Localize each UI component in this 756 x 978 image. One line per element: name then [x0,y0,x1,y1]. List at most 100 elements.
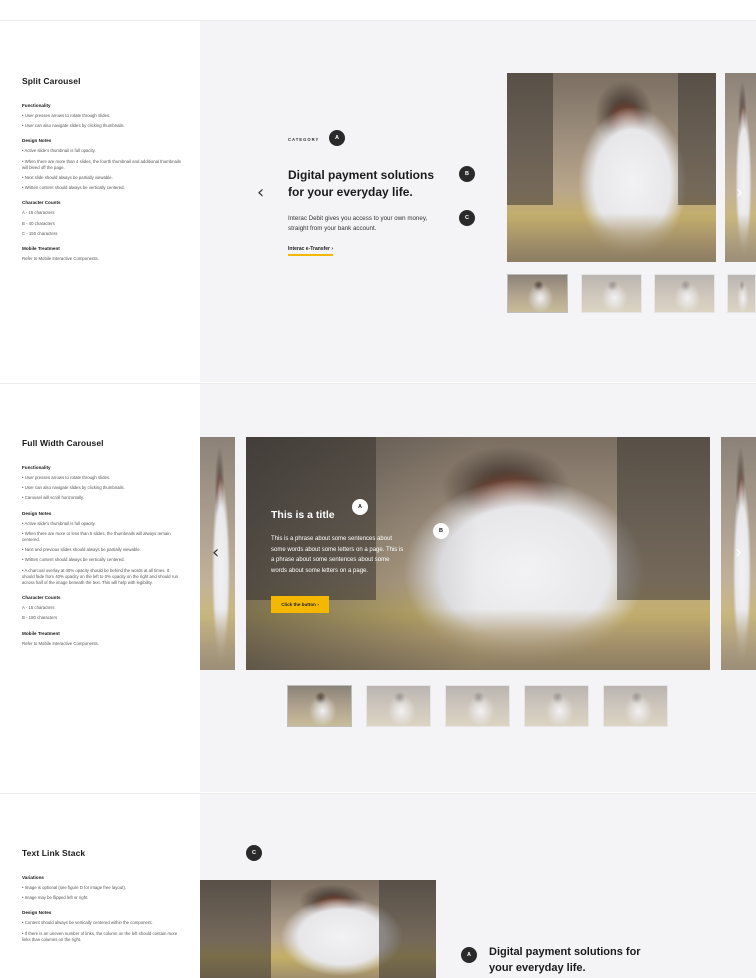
image-street [725,212,756,262]
prev-arrow-icon[interactable]: ‹ [212,544,219,562]
mobile-treatment-group: Mobile Treatment Refer to Mobile Interac… [22,631,182,647]
note-item: • User can also navigate slides by click… [22,485,125,491]
image-building [379,880,436,978]
mobile-treatment-group: Mobile Treatment Refer to Mobile Interac… [22,246,182,262]
image-street [507,212,716,262]
image-street [200,609,235,670]
count-item: B - 40 characters [22,220,55,226]
count-item: C - 150 characters [22,230,58,236]
body-line: a phrase about some sentences about some [271,557,390,563]
variations-group: Variations • Image is optional (see figu… [22,875,182,901]
headline-line: for your everyday life. [288,185,413,199]
stack-headline: Digital payment solutions for your every… [489,944,641,976]
headline-line: Digital payment solutions for [489,946,641,958]
image-building [617,437,710,601]
full-width-carousel-notes: Full Width Carousel Functionality • User… [22,438,182,656]
interac-etransfer-link[interactable]: Interac e-Transfer › [288,246,334,256]
count-item: A - 15 characters [22,605,55,611]
full-width-carousel-title: Full Width Carousel [22,438,104,448]
slide-thumbnail[interactable] [581,274,642,313]
slide-body: This is a phrase about some sentences ab… [271,534,403,576]
design-notes-group: Design Notes • Active slide’s thumbnail … [22,511,182,587]
body-line: words about some letters on a page. [271,567,369,574]
functionality-heading: Functionality [22,465,51,470]
image-building [678,73,716,206]
text-link-stack-stage: C A Digital payment solutions for your e… [200,794,756,978]
slide-thumbnail[interactable] [603,685,668,727]
headline-line: Digital payment solutions [288,168,435,182]
functionality-group: Functionality • User presses arrows to r… [22,465,182,502]
note-item: • Carousel will scroll horizontally. [22,495,85,501]
note-item: • Next and previous slides should always… [22,547,141,553]
functionality-heading: Functionality [22,103,51,108]
annotation-badge-a: A [352,499,368,515]
slide-thumbnail[interactable] [524,685,589,727]
note-item: • When there are more than 4 slides, the… [22,158,181,170]
click-the-button[interactable]: Click the button › [271,596,329,613]
headline-line: your everyday life. [489,962,586,974]
note-item: • Written content should always be verti… [22,557,125,563]
note-item: • Image is optional (see figure D for im… [22,885,126,890]
annotation-badge-c: C [459,210,475,226]
annotation-badge-b: B [459,166,475,182]
design-notes-heading: Design Notes [22,910,52,916]
annotation-badge-b: B [433,523,449,539]
design-notes-group: Design Notes • Active slide’s thumbnail … [22,138,182,191]
split-carousel-title: Split Carousel [22,76,81,86]
slide-thumbnail[interactable] [366,685,431,727]
split-carousel-notes: Split Carousel Functionality • User pres… [22,76,182,271]
character-counts-heading: Character Counts [22,595,61,601]
image-street [721,609,756,670]
variations-heading: Variations [22,875,44,880]
slide-thumbnail[interactable] [507,274,568,313]
next-arrow-icon[interactable]: › [736,184,743,202]
slide-title: This is a title [271,509,335,521]
note-item: • Active slide’s thumbnail is full opaci… [22,148,96,154]
slide-thumbnail[interactable] [287,685,352,727]
note-item: • User can also navigate slides by click… [22,123,125,129]
note-item: • User presses arrows to rotate through … [22,113,111,118]
mobile-treatment-heading: Mobile Treatment [22,630,60,636]
mobile-treatment-text: Refer to Mobile Interactive Components. [22,640,99,646]
category-label: CATEGORY [288,137,320,142]
note-item: • Active slide’s thumbnail is full opaci… [22,520,96,526]
full-width-carousel-stage: ‹ This is a title A B This is a phrase a… [200,384,756,792]
note-item: • When there are more or less than 5 sli… [22,530,171,543]
functionality-group: Functionality • User presses arrows to r… [22,103,182,129]
body-line: some words about some letters on a page.… [271,546,404,553]
note-item: • Next slide should always be partially … [22,175,113,181]
character-counts-heading: Character Counts [22,200,61,206]
text-link-stack-notes: Text Link Stack Variations • Image is op… [22,848,182,952]
slide-headline: Digital payment solutions for your every… [288,167,434,201]
image-building [507,73,553,206]
next-slide-peek[interactable] [725,73,756,262]
mobile-treatment-heading: Mobile Treatment [22,246,60,252]
design-notes-group: Design Notes • Content should always be … [22,910,182,943]
slide-image [507,73,716,262]
note-item: • Content should always be vertically ce… [22,920,153,926]
split-carousel-stage: ‹ CATEGORY A Digital payment solutions f… [200,21,756,382]
body-line: Interac Debit gives you access to your o… [288,215,428,222]
note-item: • Written content should always be verti… [22,185,125,191]
slide-thumbnail[interactable] [727,274,756,313]
design-notes-heading: Design Notes [22,138,52,144]
slide-body: Interac Debit gives you access to your o… [288,214,427,234]
text-link-stack-title: Text Link Stack [22,848,86,858]
prev-arrow-icon[interactable]: ‹ [257,184,264,202]
count-item: B - 180 characters [22,615,58,621]
slide-thumbnail[interactable] [445,685,510,727]
character-counts-group: Character Counts A - 15 characters B - 1… [22,595,182,621]
note-item: • A charcoal overlay at 40% opacity shou… [22,567,178,586]
annotation-badge-c: C [246,845,262,861]
design-notes-heading: Design Notes [22,510,52,516]
slide-thumbnail[interactable] [654,274,715,313]
count-item: A - 15 characters [22,210,55,216]
mobile-treatment-text: Refer to Mobile Interactive Components. [22,256,99,262]
note-item: • Image may be flipped left or right. [22,895,89,901]
annotation-badge-a: A [461,947,477,963]
note-item: • If there is an uneven number of links,… [22,930,178,942]
annotation-badge-a: A [329,130,345,146]
character-counts-group: Character Counts A - 15 characters B - 4… [22,200,182,237]
next-arrow-icon[interactable]: › [735,544,742,562]
body-line: straight from your bank account. [288,225,377,232]
